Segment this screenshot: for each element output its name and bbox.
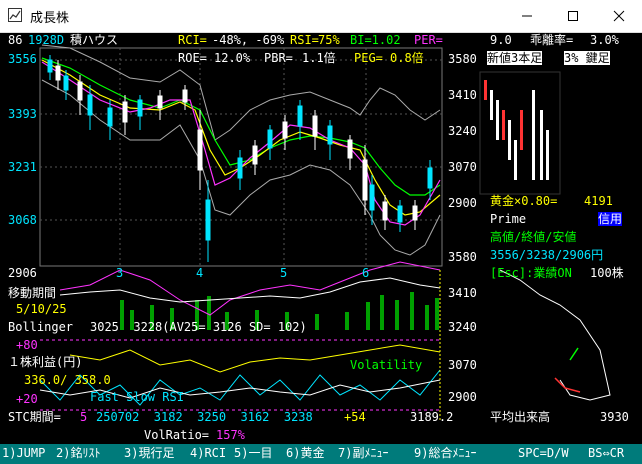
y-right-2: 3240 [448, 124, 477, 138]
bollinger-label: Bollinger [8, 320, 74, 334]
prime-label: Prime [490, 212, 527, 226]
y-right-0: 3580 [448, 52, 477, 66]
rsi-plus20: +20 [16, 392, 38, 406]
y-right-5: 3580 [448, 250, 477, 264]
stock-code: 1928D [28, 33, 65, 47]
per-label: PER= [414, 33, 443, 47]
y-left-2: 3231 [8, 160, 37, 174]
y-right-3: 3070 [448, 160, 477, 174]
menu-current-bar[interactable]: 3)現行足 [124, 446, 174, 460]
x-month-2: 5 [280, 266, 288, 280]
ma-label: 移動期間 [8, 286, 57, 300]
y-left-4: 2906 [8, 266, 37, 280]
menu-spc-dw[interactable]: SPC=D/W [518, 446, 569, 460]
stock-name: 積ハウス [70, 33, 119, 47]
hlc-label: 高値/終値/安値 [490, 230, 577, 244]
volratio-label: VolRatio= [144, 428, 210, 442]
menu-stock-list[interactable]: 2)銘ﾘｽﾄ [56, 446, 100, 460]
unit-label: 100株 [590, 266, 624, 280]
y-right-4: 2900 [448, 196, 477, 210]
rsi-plus80: +80 [16, 338, 38, 352]
menu-ichimoku[interactable]: 5)一目 [234, 446, 272, 460]
stc-change: +54 [344, 410, 366, 424]
per-value: 9.0 [490, 33, 512, 47]
stock-index: 86 [8, 33, 23, 47]
rsi-label: RSI= [290, 33, 319, 47]
roe-value: 12.0% [214, 51, 251, 65]
volume-label: 平均出来高 [490, 410, 551, 424]
ma-mid-line [41, 59, 441, 216]
new3-bars [484, 80, 549, 180]
rci-label: RCI= [178, 33, 207, 47]
kairi-value: 3.0% [590, 33, 619, 47]
x-month-0: 3 [116, 266, 124, 280]
pbr-label: PBR= [264, 51, 293, 65]
peg-label: PEG= [354, 51, 383, 65]
hlc-values: 3556/3238/2906円 [490, 248, 604, 262]
stc-period: 5 [80, 410, 88, 424]
menu-bs-cr[interactable]: BS⇔CR [588, 446, 624, 460]
menu-gold[interactable]: 6)黄金 [286, 446, 324, 460]
new3-label: 新値3本足 [487, 51, 543, 65]
volatility-label: Volatility [350, 358, 423, 372]
stc-last: 3189.2 [410, 410, 454, 424]
volratio-value: 157% [216, 428, 245, 442]
side-axis-0: 3410 [448, 286, 477, 300]
kagi-label: 3% 鍵足 [564, 51, 610, 65]
pbr-value: 1.1倍 [302, 51, 336, 65]
kairi-label: 乖離率= [530, 33, 574, 47]
ma-periods: 5/10/25 [16, 302, 67, 316]
candlestick-series [47, 55, 433, 262]
x-month-1: 4 [196, 266, 204, 280]
roe-label: ROE= [178, 51, 207, 65]
stc-values: 250702 3182 3250 3162 3238 [96, 410, 313, 424]
fast-slow-label: Fast Slow RSI [90, 390, 184, 404]
side-axis-1: 3240 [448, 320, 477, 334]
menu-main-menu[interactable]: 9)総合ﾒﾆｭｰ [414, 446, 476, 460]
esc-label[interactable]: [Esc]:業績ON [490, 266, 572, 280]
y-left-3: 3068 [8, 213, 37, 227]
rci-values: -48%, -69% [212, 33, 285, 47]
eps-label: １株利益(円) [8, 355, 83, 369]
side-axis-3: 2900 [448, 390, 477, 404]
x-month-3: 6 [362, 266, 370, 280]
menu-jump[interactable]: 1)JUMP [2, 446, 45, 460]
side-axis-2: 3070 [448, 358, 477, 372]
app-window: 成長株 86 1928D 積ハウス RCI= -48%, -69% RSI= 7… [0, 0, 642, 464]
stc-label: STC期間= [8, 410, 61, 424]
y-right-1: 3410 [448, 88, 477, 102]
y-left-0: 3556 [8, 52, 37, 66]
peg-value: 0.8倍 [390, 51, 424, 65]
rsi-value: 75% [318, 33, 340, 47]
bollinger-values: 3025 3228(AV25= 3126 SD= 102) [90, 320, 307, 334]
eps-values: 336.0/ 358.0 [24, 373, 111, 387]
y-left-1: 3393 [8, 107, 37, 121]
credit-label[interactable]: 信用 [598, 212, 623, 226]
side-lower-chart [499, 269, 611, 401]
gold-label: 黄金×0.80= [490, 194, 558, 208]
gold-value: 4191 [584, 194, 613, 208]
bi-label: BI=1.02 [350, 33, 401, 47]
main-chart-gridlines [40, 48, 442, 266]
menu-sub-menu[interactable]: 7)副ﾒﾆｭｰ [338, 446, 388, 460]
main-chart-frame [39, 47, 443, 267]
menu-rci[interactable]: 4)RCI [190, 446, 226, 460]
volume-value: 3930 [600, 410, 629, 424]
